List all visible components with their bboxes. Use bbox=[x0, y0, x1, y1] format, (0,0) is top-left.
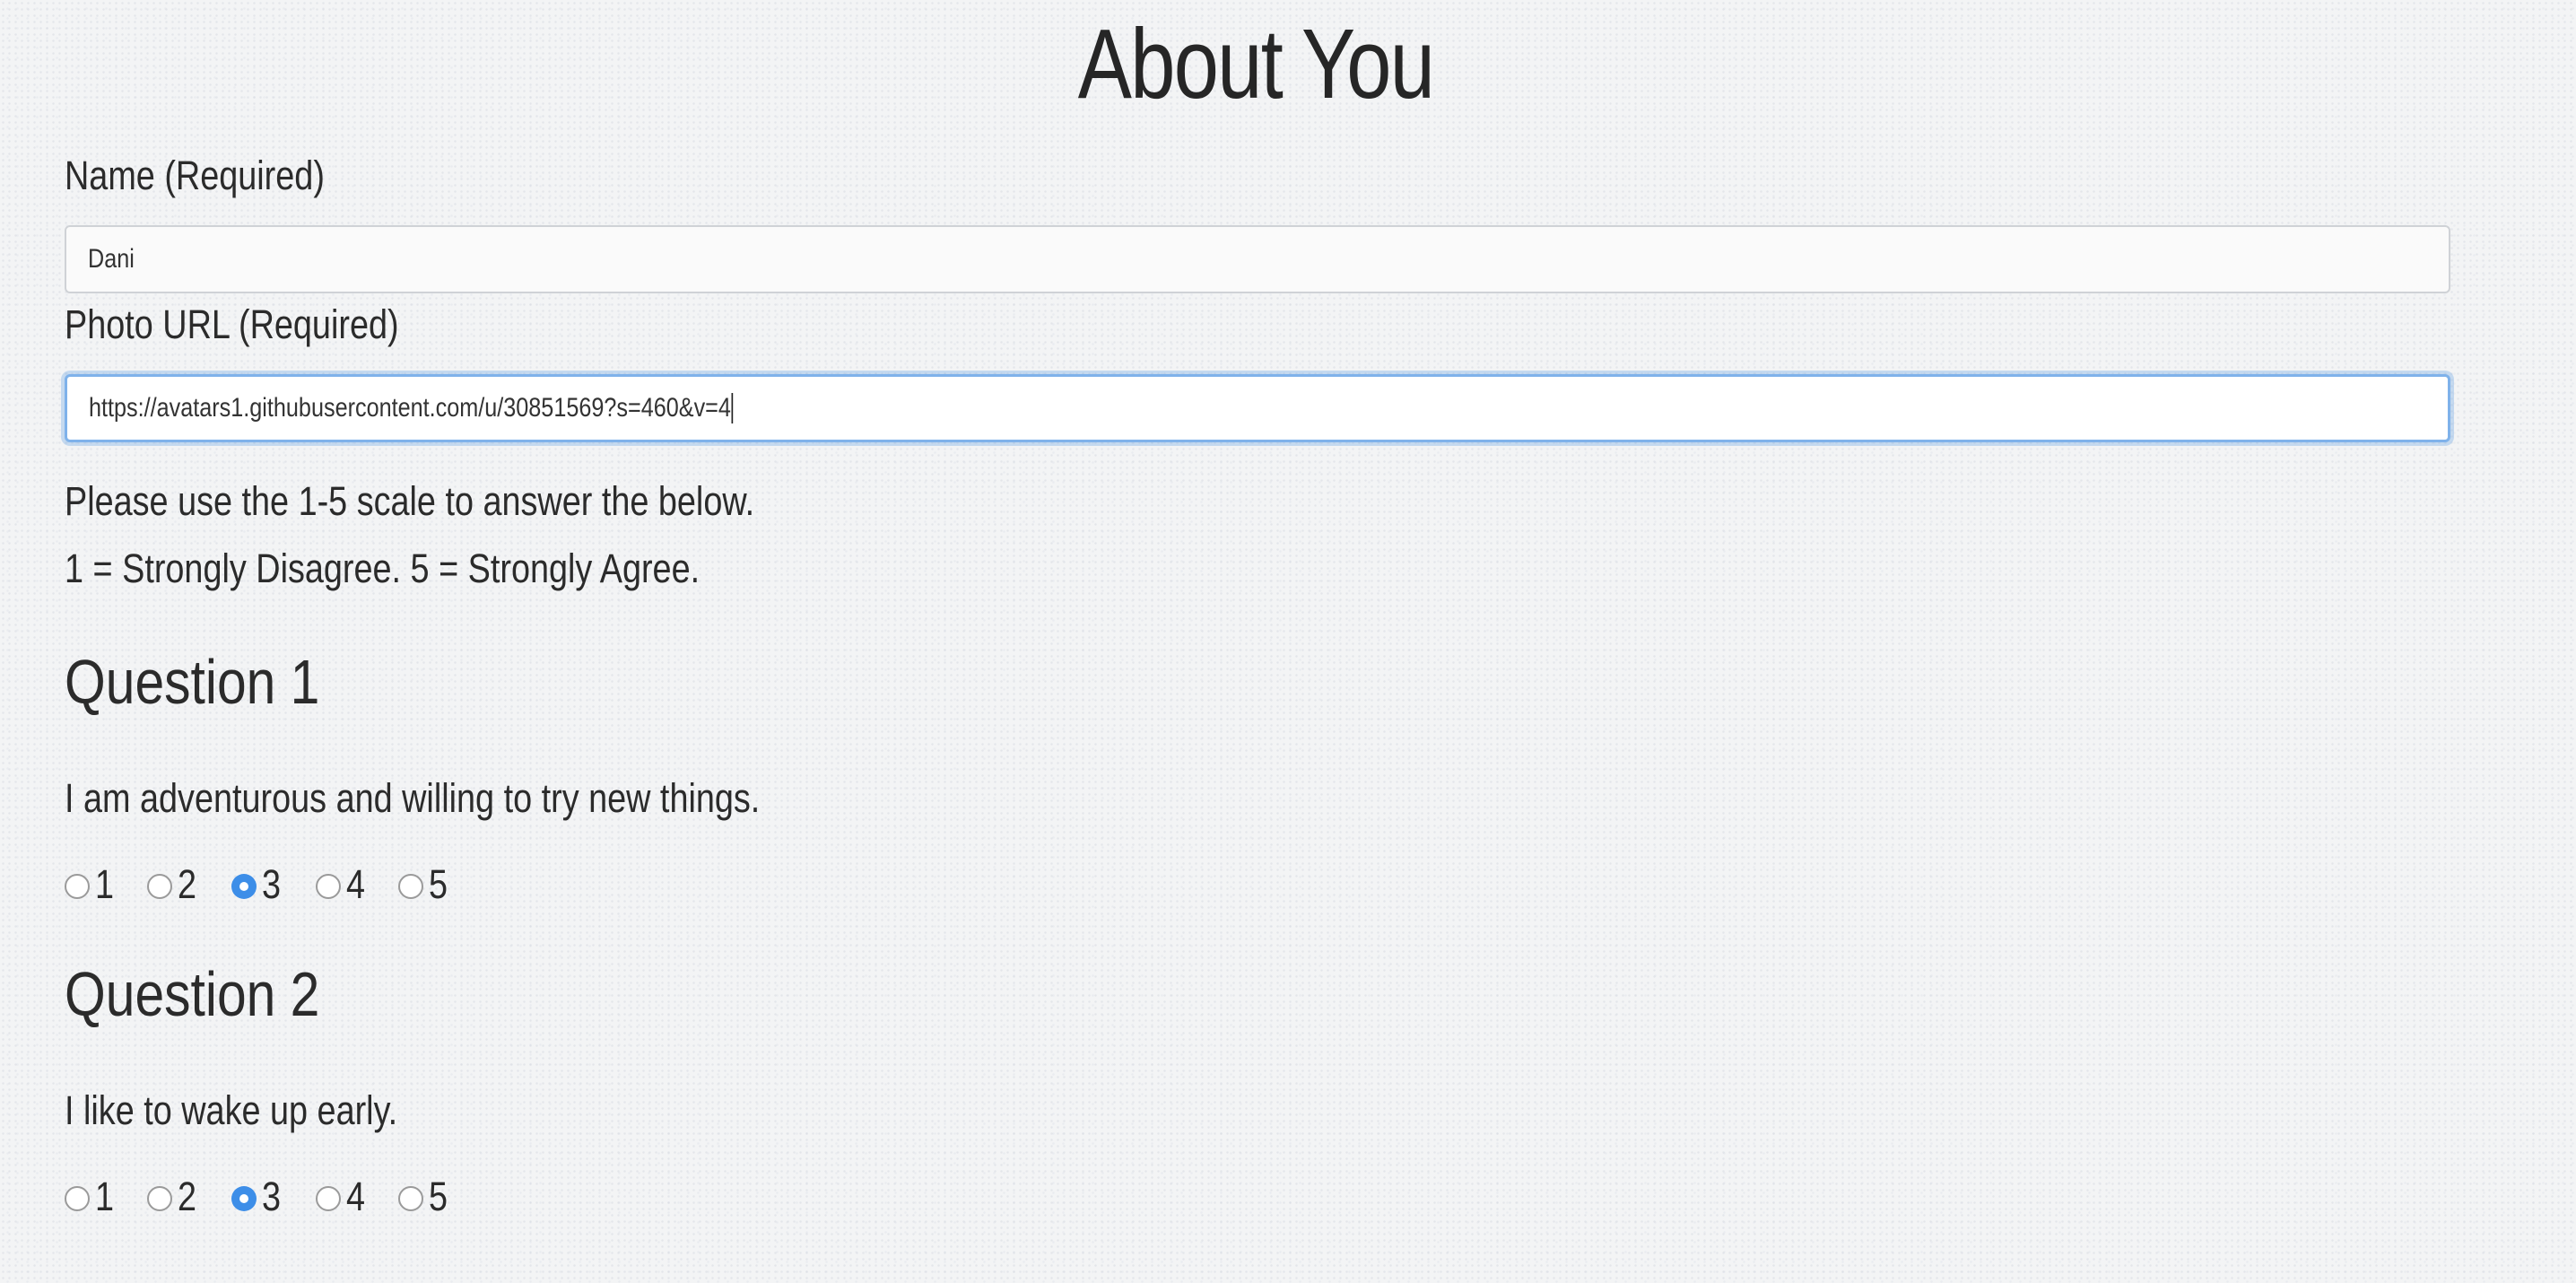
radio-label: 1 bbox=[95, 1174, 115, 1219]
radio-label: 5 bbox=[429, 1174, 448, 1219]
radio-button[interactable] bbox=[398, 874, 423, 899]
radio-label: 4 bbox=[346, 861, 366, 907]
scale-instruction: Please use the 1-5 scale to answer the b… bbox=[65, 478, 755, 524]
radio-label: 2 bbox=[178, 861, 197, 907]
radio-button[interactable] bbox=[65, 1186, 90, 1211]
text-caret bbox=[731, 393, 734, 423]
scale-legend: 1 = Strongly Disagree. 5 = Strongly Agre… bbox=[65, 545, 701, 591]
question-2-option-3[interactable]: 3 bbox=[231, 1170, 284, 1224]
question-1-text: I am adventurous and willing to try new … bbox=[65, 775, 761, 821]
radio-button[interactable] bbox=[398, 1186, 423, 1211]
question-1-option-1[interactable]: 1 bbox=[65, 858, 117, 912]
page-title: About You bbox=[1077, 9, 1435, 119]
radio-label: 3 bbox=[262, 861, 282, 907]
question-2-option-5[interactable]: 5 bbox=[398, 1170, 451, 1224]
question-1-heading: Question 1 bbox=[65, 647, 320, 717]
radio-button[interactable] bbox=[147, 1186, 172, 1211]
name-input-value: Dani bbox=[88, 244, 135, 274]
radio-button[interactable] bbox=[316, 1186, 341, 1211]
radio-button-selected[interactable] bbox=[231, 874, 257, 899]
radio-button[interactable] bbox=[316, 874, 341, 899]
radio-button[interactable] bbox=[65, 874, 90, 899]
question-2-option-4[interactable]: 4 bbox=[316, 1170, 369, 1224]
question-2-option-1[interactable]: 1 bbox=[65, 1170, 117, 1224]
photo-url-label: Photo URL (Required) bbox=[65, 301, 399, 347]
radio-label: 1 bbox=[95, 861, 115, 907]
radio-label: 3 bbox=[262, 1174, 282, 1219]
question-1-option-2[interactable]: 2 bbox=[147, 858, 200, 912]
question-1-option-5[interactable]: 5 bbox=[398, 858, 451, 912]
question-1-option-4[interactable]: 4 bbox=[316, 858, 369, 912]
photo-url-input[interactable]: https://avatars1.githubusercontent.com/u… bbox=[65, 374, 2450, 442]
question-2-option-2[interactable]: 2 bbox=[147, 1170, 200, 1224]
name-label: Name (Required) bbox=[65, 153, 325, 198]
radio-button-selected[interactable] bbox=[231, 1186, 257, 1211]
survey-page: About You Name (Required) Dani Photo URL… bbox=[65, 0, 2452, 1283]
question-2-heading: Question 2 bbox=[65, 959, 320, 1029]
radio-label: 5 bbox=[429, 861, 448, 907]
name-input[interactable]: Dani bbox=[65, 225, 2450, 293]
question-2-text: I like to wake up early. bbox=[65, 1087, 398, 1133]
question-2-options: 1 2 3 4 5 bbox=[65, 1170, 603, 1224]
photo-url-input-value: https://avatars1.githubusercontent.com/u… bbox=[89, 377, 734, 440]
radio-label: 2 bbox=[178, 1174, 197, 1219]
question-1-options: 1 2 3 4 5 bbox=[65, 858, 603, 912]
photo-url-text: https://avatars1.githubusercontent.com/u… bbox=[89, 393, 731, 423]
question-1-option-3[interactable]: 3 bbox=[231, 858, 284, 912]
radio-button[interactable] bbox=[147, 874, 172, 899]
radio-label: 4 bbox=[346, 1174, 366, 1219]
